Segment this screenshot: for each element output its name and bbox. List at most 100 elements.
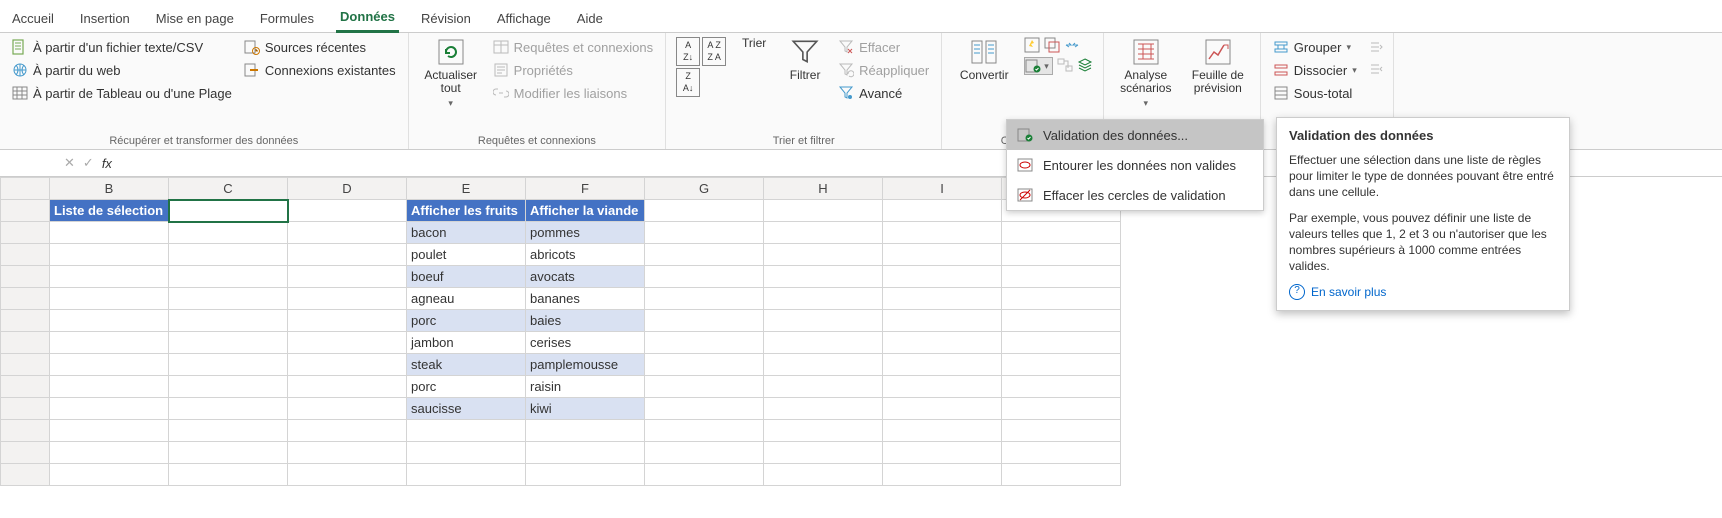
cell[interactable]: agneau <box>407 288 526 310</box>
cell[interactable] <box>526 442 645 464</box>
data-model-icon[interactable] <box>1077 57 1093 73</box>
row-header[interactable] <box>1 442 50 464</box>
cell[interactable] <box>288 332 407 354</box>
cell[interactable] <box>764 442 883 464</box>
cell[interactable]: pommes <box>526 222 645 244</box>
row-header[interactable] <box>1 222 50 244</box>
cell[interactable] <box>883 288 1002 310</box>
col-header[interactable]: G <box>645 178 764 200</box>
cell[interactable] <box>883 464 1002 486</box>
data-validation-split[interactable]: ▾ <box>1024 57 1053 75</box>
cell[interactable] <box>645 354 764 376</box>
text-to-columns[interactable]: Convertir <box>952 37 1016 82</box>
cell[interactable] <box>764 464 883 486</box>
forecast-sheet[interactable]: Feuille de prévision <box>1186 37 1250 95</box>
cell[interactable] <box>288 222 407 244</box>
cell[interactable] <box>645 266 764 288</box>
cell[interactable] <box>645 398 764 420</box>
cell[interactable] <box>883 376 1002 398</box>
cell[interactable] <box>883 398 1002 420</box>
row-header[interactable] <box>1 398 50 420</box>
cell[interactable] <box>50 442 169 464</box>
tab-pagelayout[interactable]: Mise en page <box>152 8 238 32</box>
cell[interactable] <box>407 442 526 464</box>
cell[interactable] <box>1002 288 1121 310</box>
cell[interactable] <box>1002 310 1121 332</box>
row-header[interactable] <box>1 420 50 442</box>
cell[interactable] <box>1002 376 1121 398</box>
group-rows[interactable]: Grouper ▾ <box>1271 37 1359 57</box>
cell[interactable] <box>764 244 883 266</box>
tab-help[interactable]: Aide <box>573 8 607 32</box>
cell[interactable]: Afficher la viande <box>526 200 645 222</box>
cell[interactable] <box>764 310 883 332</box>
cell[interactable] <box>50 310 169 332</box>
tab-insert[interactable]: Insertion <box>76 8 134 32</box>
row-header[interactable] <box>1 376 50 398</box>
cell[interactable] <box>169 442 288 464</box>
cell[interactable] <box>169 354 288 376</box>
cell[interactable]: bananes <box>526 288 645 310</box>
ungroup-rows[interactable]: Dissocier ▾ <box>1271 60 1359 80</box>
cell[interactable] <box>169 376 288 398</box>
cell[interactable] <box>526 464 645 486</box>
cell[interactable]: pamplemousse <box>526 354 645 376</box>
row-header[interactable] <box>1 266 50 288</box>
from-text-csv[interactable]: À partir d'un fichier texte/CSV <box>10 37 234 57</box>
cell[interactable] <box>883 332 1002 354</box>
cell[interactable] <box>169 222 288 244</box>
cell[interactable] <box>645 288 764 310</box>
cell[interactable] <box>288 420 407 442</box>
cell[interactable] <box>169 464 288 486</box>
cell[interactable]: Afficher les fruits <box>407 200 526 222</box>
chevron-down-icon[interactable]: ▾ <box>1041 61 1052 72</box>
row-header[interactable] <box>1 310 50 332</box>
cell[interactable] <box>1002 442 1121 464</box>
cell[interactable]: porc <box>407 310 526 332</box>
cell[interactable]: boeuf <box>407 266 526 288</box>
menu-clear-circles[interactable]: Effacer les cercles de validation <box>1007 180 1263 210</box>
cell[interactable] <box>645 464 764 486</box>
cell[interactable] <box>288 442 407 464</box>
cell[interactable]: bacon <box>407 222 526 244</box>
col-header[interactable]: C <box>169 178 288 200</box>
cell[interactable] <box>1002 398 1121 420</box>
name-box[interactable] <box>6 155 56 172</box>
select-all-corner[interactable] <box>1 178 50 200</box>
cell[interactable] <box>50 266 169 288</box>
cell[interactable] <box>169 244 288 266</box>
cell[interactable] <box>764 354 883 376</box>
remove-duplicates-icon[interactable] <box>1044 37 1060 53</box>
cell[interactable] <box>764 222 883 244</box>
cell[interactable] <box>50 420 169 442</box>
row-header[interactable] <box>1 288 50 310</box>
cell[interactable] <box>169 288 288 310</box>
menu-circle-invalid[interactable]: Entourer les données non valides <box>1007 150 1263 180</box>
cell[interactable] <box>764 376 883 398</box>
sort-za-icon[interactable]: ZA↓ <box>676 68 700 97</box>
cell[interactable]: baies <box>526 310 645 332</box>
cell[interactable] <box>645 420 764 442</box>
row-header[interactable] <box>1 354 50 376</box>
col-header[interactable]: F <box>526 178 645 200</box>
relationships-icon[interactable] <box>1057 57 1073 73</box>
cell[interactable] <box>50 288 169 310</box>
from-web[interactable]: À partir du web <box>10 60 234 80</box>
cell[interactable] <box>883 266 1002 288</box>
cell[interactable] <box>50 222 169 244</box>
cell[interactable] <box>1002 354 1121 376</box>
cell[interactable]: jambon <box>407 332 526 354</box>
enter-icon[interactable]: ✓ <box>83 155 94 171</box>
fx-icon[interactable]: fx <box>102 156 112 171</box>
col-header[interactable]: D <box>288 178 407 200</box>
properties[interactable]: Propriétés <box>491 60 655 80</box>
row-header[interactable] <box>1 332 50 354</box>
col-header[interactable]: H <box>764 178 883 200</box>
tab-data[interactable]: Données <box>336 6 399 33</box>
sort-az-icon[interactable]: AZ↓ <box>676 37 700 66</box>
tab-home[interactable]: Accueil <box>8 8 58 32</box>
cell[interactable] <box>50 332 169 354</box>
tooltip-learn-more[interactable]: ?En savoir plus <box>1289 284 1557 300</box>
cell[interactable] <box>407 420 526 442</box>
col-header[interactable]: B <box>50 178 169 200</box>
